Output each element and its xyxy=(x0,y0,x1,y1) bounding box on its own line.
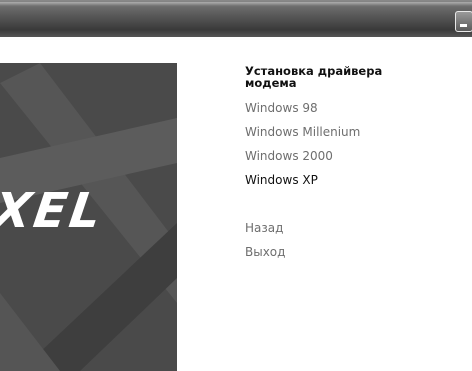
minimize-icon xyxy=(460,24,467,27)
exit-link[interactable]: Выход xyxy=(245,245,465,259)
menu-item-windows-millenium[interactable]: Windows Millenium xyxy=(245,125,465,139)
titlebar-highlight xyxy=(0,2,472,6)
brand-logo: XEL xyxy=(0,183,108,239)
menu-item-windows-xp[interactable]: Windows XP xyxy=(245,173,465,187)
menu-heading: Установка драйвера модема xyxy=(245,64,383,90)
back-link[interactable]: Назад xyxy=(245,221,465,235)
menu-item-windows-2000[interactable]: Windows 2000 xyxy=(245,149,465,163)
window-titlebar xyxy=(0,0,472,37)
install-menu: Установка драйвера модема Windows 98 Win… xyxy=(245,65,465,269)
minimize-button[interactable] xyxy=(455,11,472,32)
menu-spacer xyxy=(245,197,465,221)
brand-panel: XEL xyxy=(0,63,177,371)
menu-item-windows-98[interactable]: Windows 98 xyxy=(245,101,465,115)
